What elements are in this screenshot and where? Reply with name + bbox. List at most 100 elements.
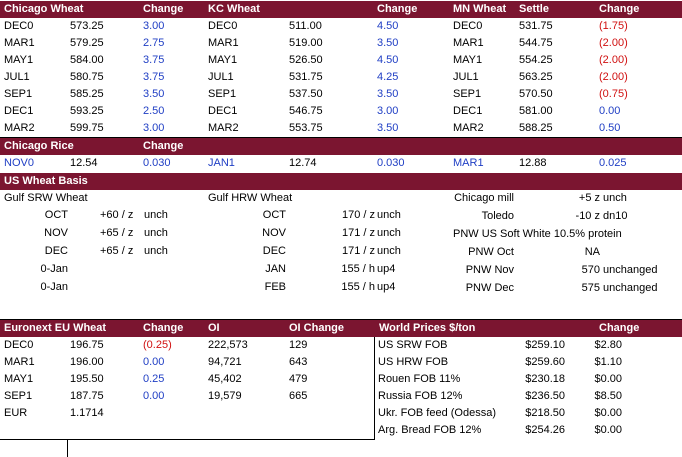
basis-change: unchanged <box>603 282 658 294</box>
euronext-price: 187.75 <box>70 390 104 402</box>
hrw-basis: 170 / z <box>341 209 375 221</box>
srw-basis: +65 / z <box>100 245 134 257</box>
kc-price: 537.50 <box>289 88 323 100</box>
rice-change: 0.030 <box>143 157 171 169</box>
kc-change: 3.50 <box>377 122 399 134</box>
kc-wheat-header: KC Wheat <box>208 3 260 15</box>
chicago-price: 593.25 <box>70 105 104 117</box>
kc-month: MAR2 <box>208 122 239 134</box>
kc-price: 546.75 <box>289 105 323 117</box>
chicago-wheat-header: Chicago Wheat <box>4 3 84 15</box>
chicago-price: 584.00 <box>70 54 104 66</box>
srw-basis: +60 / z <box>100 209 134 221</box>
rice-month: NOV0 <box>4 157 34 169</box>
chicago-month: JUL1 <box>4 71 30 83</box>
gulf-srw-title: Gulf SRW Wheat <box>4 192 88 204</box>
mn-month: SEP1 <box>453 88 482 100</box>
world-price-value: $254.26 <box>525 424 565 436</box>
euronext-price: 196.75 <box>70 339 104 351</box>
eur-value: 1.1714 <box>70 407 104 419</box>
rice-price: 12.74 <box>289 157 317 169</box>
kc-price: 531.75 <box>289 71 323 83</box>
mn-change: (2.00) <box>599 71 628 83</box>
rice-change: 0.025 <box>599 157 627 169</box>
world-prices-title: World Prices $/ton <box>379 322 476 334</box>
chicago-price: 580.75 <box>70 71 104 83</box>
mn-month: MAY1 <box>453 54 483 66</box>
mn-change: (2.00) <box>599 37 628 49</box>
euronext-change: (0.25) <box>143 339 172 351</box>
basis-change: unch <box>603 192 627 204</box>
srw-change: unch <box>144 209 168 221</box>
hrw-month: DEC <box>262 245 286 257</box>
mn-price: 554.25 <box>519 54 553 66</box>
rice-month: MAR1 <box>453 157 484 169</box>
hrw-basis: 171 / z <box>341 227 375 239</box>
chicago-month: DEC0 <box>4 20 34 32</box>
mn-price: 588.25 <box>519 122 553 134</box>
kc-price: 519.00 <box>289 37 323 49</box>
world-price-change: $0.00 <box>594 407 622 419</box>
mn-change: (1.75) <box>599 20 628 32</box>
basis-title: US Wheat Basis <box>4 175 88 187</box>
srw-month: OCT <box>44 209 68 221</box>
rice-change-header: Change <box>143 140 184 152</box>
world-price-label: US HRW FOB <box>378 356 449 368</box>
kc-change: 3.50 <box>377 37 399 49</box>
world-price-change: $2.80 <box>594 339 622 351</box>
mn-month: JUL1 <box>453 71 479 83</box>
euronext-oi: 222,573 <box>208 339 248 351</box>
kc-change: 4.25 <box>377 71 399 83</box>
chicago-month: MAY1 <box>4 54 34 66</box>
mn-month: DEC1 <box>453 105 483 117</box>
futures-header: Chicago Wheat Change KC Wheat Change MN … <box>0 1 682 18</box>
srw-month: 0-Jan <box>40 263 68 275</box>
kc-month: JUL1 <box>208 71 234 83</box>
basis-value: -10 z <box>575 210 600 222</box>
mn-change-header: Change <box>599 3 640 15</box>
kc-month: DEC1 <box>208 105 238 117</box>
basis-location: PNW Oct <box>468 246 514 258</box>
world-price-label: Arg. Bread FOB 12% <box>378 424 482 436</box>
world-price-change: $0.00 <box>594 373 622 385</box>
rice-price: 12.54 <box>70 157 98 169</box>
world-price-label: Ukr. FOB feed (Odessa) <box>378 407 496 419</box>
srw-month: DEC <box>44 245 68 257</box>
basis-location: PNW Dec <box>465 282 514 294</box>
euronext-change: 0.00 <box>143 356 165 368</box>
basis-value: 570 <box>581 264 600 276</box>
euronext-oi: 19,579 <box>208 390 242 402</box>
chicago-change: 2.75 <box>143 37 165 49</box>
mn-change: 0.00 <box>599 105 621 117</box>
euronext-oi-header: OI <box>208 322 220 334</box>
hrw-change: unch <box>377 209 401 221</box>
mn-month: DEC0 <box>453 20 483 32</box>
kc-change: 4.50 <box>377 20 399 32</box>
world-price-value: $230.18 <box>525 373 565 385</box>
rice-header: Chicago Rice Change <box>0 138 682 155</box>
chicago-change: 3.75 <box>143 71 165 83</box>
srw-month: 0-Jan <box>40 281 68 293</box>
mn-price: 581.00 <box>519 105 553 117</box>
srw-change: unch <box>144 245 168 257</box>
hrw-change: unch <box>377 227 401 239</box>
mn-price: 544.75 <box>519 37 553 49</box>
hrw-basis: 171 / z <box>341 245 375 257</box>
kc-change: 4.50 <box>377 54 399 66</box>
chicago-price: 599.75 <box>70 122 104 134</box>
rice-price: 12.88 <box>519 157 547 169</box>
euronext-month: MAR1 <box>4 356 35 368</box>
euronext-oi-change: 129 <box>289 339 308 351</box>
pnw-soft-white-label: PNW US Soft White 10.5% protein <box>453 228 622 240</box>
hrw-basis: 155 / h <box>341 263 375 275</box>
chicago-change: 3.00 <box>143 122 165 134</box>
world-price-label: US SRW FOB <box>378 339 448 351</box>
kc-month: MAY1 <box>208 54 238 66</box>
hrw-change: up4 <box>377 263 396 275</box>
euronext-bottom-border <box>0 439 375 440</box>
eur-label: EUR <box>4 407 28 419</box>
euronext-oi-change-header: OI Change <box>289 322 345 334</box>
hrw-month: OCT <box>262 209 286 221</box>
mn-settle-header: Settle <box>519 3 549 15</box>
chicago-price: 573.25 <box>70 20 104 32</box>
